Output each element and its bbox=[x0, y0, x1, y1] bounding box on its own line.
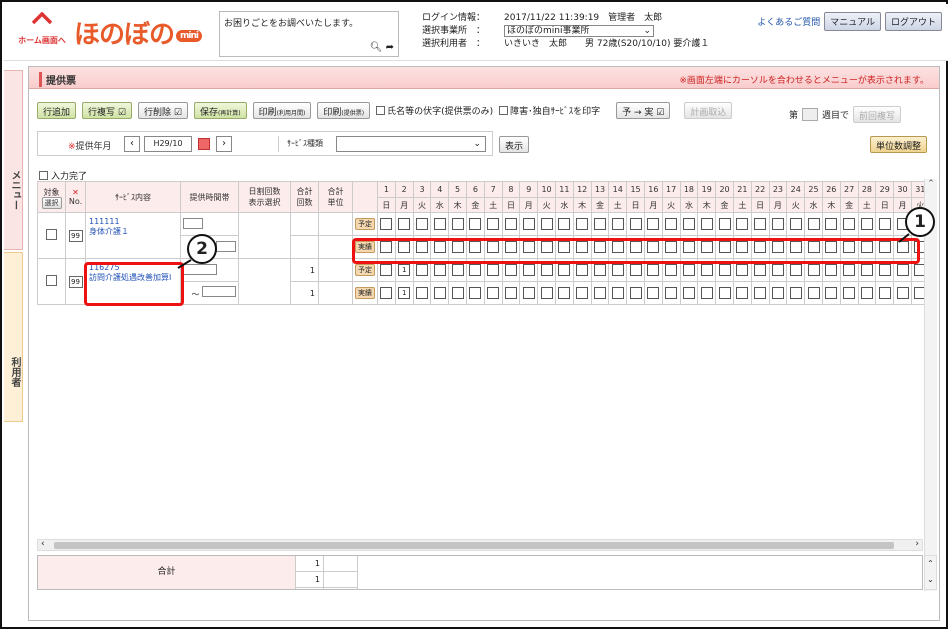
callout-pointers bbox=[177, 233, 910, 269]
app-frame: ホーム画面へ ほのぼの mini お困りごとをお調べいたします。 🔍︎ ➦ ログイ… bbox=[0, 0, 948, 629]
